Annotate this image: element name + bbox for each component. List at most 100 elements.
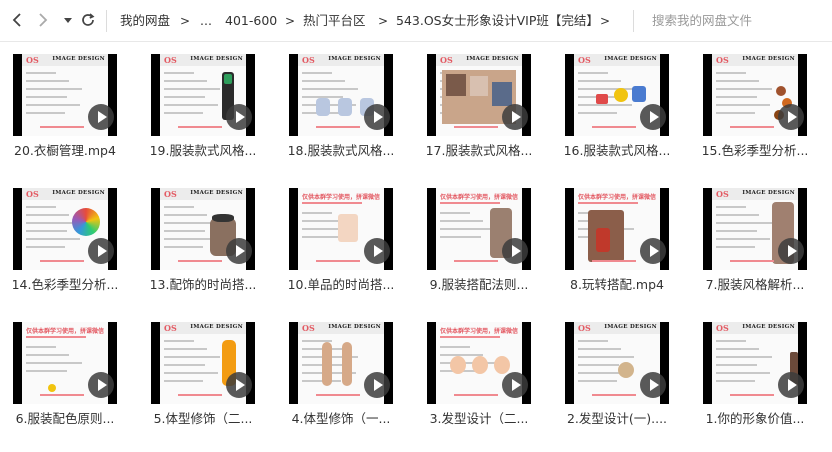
- play-icon[interactable]: [640, 104, 666, 130]
- slide-text-line: [578, 340, 608, 342]
- breadcrumb-401-600[interactable]: 401-600: [225, 13, 277, 29]
- video-file-item[interactable]: OS IMAGE DESIGN 15.色彩季型分析...: [690, 42, 820, 162]
- file-name[interactable]: 16.服装款式风格...: [552, 143, 682, 159]
- file-name[interactable]: 10.单品的时尚搭...: [276, 277, 406, 293]
- history-dropdown[interactable]: [57, 9, 79, 31]
- breadcrumb-current-folder[interactable]: 543.OS女士形象设计VIP班【完结】: [396, 13, 599, 29]
- os-logo: OS: [578, 55, 591, 65]
- video-thumbnail[interactable]: OS IMAGE DESIGN: [427, 54, 531, 136]
- slide-text-line: [164, 364, 205, 366]
- slide-text-line: [164, 96, 205, 98]
- video-thumbnail[interactable]: OS IMAGE DESIGN: [151, 54, 255, 136]
- video-file-item[interactable]: OS IMAGE DESIGN 19.服装款式风格...: [138, 42, 268, 162]
- file-name[interactable]: 8.玩转搭配.mp4: [552, 277, 682, 293]
- play-icon[interactable]: [640, 372, 666, 398]
- video-file-item[interactable]: 仅供本群学习使用，拼课微信 3.发型设计（二...: [414, 310, 544, 430]
- file-name[interactable]: 19.服装款式风格...: [138, 143, 268, 159]
- file-name[interactable]: 18.服装款式风格...: [276, 143, 406, 159]
- slide-text-line: [302, 236, 343, 238]
- video-thumbnail[interactable]: OS IMAGE DESIGN: [703, 54, 807, 136]
- forward-button[interactable]: [32, 9, 54, 31]
- back-button[interactable]: [6, 9, 28, 31]
- slide-text-line: [578, 380, 617, 382]
- file-name[interactable]: 1.你的形象价值...: [690, 411, 820, 427]
- breadcrumb-root[interactable]: 我的网盘: [120, 13, 170, 29]
- video-file-item[interactable]: OS IMAGE DESIGN 4.体型修饰（一...: [276, 310, 406, 430]
- video-file-item[interactable]: 仅供本群学习使用，拼课微信 9.服装搭配法则...: [414, 176, 544, 296]
- play-icon[interactable]: [502, 238, 528, 264]
- file-name[interactable]: 3.发型设计（二...: [414, 411, 544, 427]
- file-name[interactable]: 5.体型修饰（二...: [138, 411, 268, 427]
- video-thumbnail[interactable]: OS IMAGE DESIGN: [703, 188, 807, 270]
- video-thumbnail[interactable]: OS IMAGE DESIGN: [565, 54, 669, 136]
- play-icon[interactable]: [364, 104, 390, 130]
- breadcrumb-ellipsis[interactable]: ...: [200, 13, 212, 29]
- slide-text-line: [716, 238, 770, 240]
- video-file-item[interactable]: OS IMAGE DESIGN 5.体型修饰（二...: [138, 310, 268, 430]
- video-file-item[interactable]: OS IMAGE DESIGN 7.服装风格解析...: [690, 176, 820, 296]
- video-file-item[interactable]: 仅供本群学习使用，拼课微信 8.玩转搭配.mp4: [552, 176, 682, 296]
- os-logo: OS: [164, 55, 177, 65]
- play-icon[interactable]: [364, 372, 390, 398]
- play-icon[interactable]: [778, 104, 804, 130]
- play-icon[interactable]: [502, 372, 528, 398]
- video-file-item[interactable]: OS IMAGE DESIGN 13.配饰的时尚搭...: [138, 176, 268, 296]
- play-icon[interactable]: [364, 238, 390, 264]
- video-file-item[interactable]: OS IMAGE DESIGN 2.发型设计(一)....: [552, 310, 682, 430]
- play-icon[interactable]: [778, 238, 804, 264]
- play-icon[interactable]: [88, 238, 114, 264]
- video-thumbnail[interactable]: 仅供本群学习使用，拼课微信: [427, 188, 531, 270]
- os-logo: OS: [578, 323, 591, 333]
- play-icon[interactable]: [640, 238, 666, 264]
- file-name[interactable]: 20.衣橱管理.mp4: [0, 143, 130, 159]
- video-thumbnail[interactable]: OS IMAGE DESIGN: [13, 188, 117, 270]
- video-thumbnail[interactable]: 仅供本群学习使用，拼课微信: [13, 322, 117, 404]
- refresh-button[interactable]: [77, 9, 99, 31]
- play-icon[interactable]: [88, 104, 114, 130]
- search-input[interactable]: 搜索我的网盘文件: [652, 13, 752, 29]
- play-icon[interactable]: [778, 372, 804, 398]
- video-file-item[interactable]: OS IMAGE DESIGN 20.衣橱管理.mp4: [0, 42, 130, 162]
- video-thumbnail[interactable]: OS IMAGE DESIGN: [565, 322, 669, 404]
- video-thumbnail[interactable]: 仅供本群学习使用，拼课微信: [427, 322, 531, 404]
- file-name[interactable]: 7.服装风格解析...: [690, 277, 820, 293]
- video-thumbnail[interactable]: OS IMAGE DESIGN: [13, 54, 117, 136]
- video-file-item[interactable]: OS IMAGE DESIGN 1.你的形象价值...: [690, 310, 820, 430]
- video-thumbnail[interactable]: 仅供本群学习使用，拼课微信: [565, 188, 669, 270]
- file-name[interactable]: 9.服装搭配法则...: [414, 277, 544, 293]
- slide-header-text: IMAGE DESIGN: [52, 190, 105, 196]
- breadcrumb-hot-platform[interactable]: 热门平台区: [303, 13, 366, 29]
- video-file-item[interactable]: OS IMAGE DESIGN 16.服装款式风格...: [552, 42, 682, 162]
- video-file-item[interactable]: 仅供本群学习使用，拼课微信 6.服装配色原则...: [0, 310, 130, 430]
- file-name[interactable]: 14.色彩季型分析...: [0, 277, 130, 293]
- file-name[interactable]: 2.发型设计(一)....: [552, 411, 682, 427]
- slide-text-line: [26, 80, 69, 82]
- play-icon[interactable]: [226, 104, 252, 130]
- video-file-item[interactable]: 仅供本群学习使用，拼课微信 10.单品的时尚搭...: [276, 176, 406, 296]
- play-icon[interactable]: [502, 104, 528, 130]
- video-thumbnail[interactable]: OS IMAGE DESIGN: [289, 54, 393, 136]
- file-name[interactable]: 13.配饰的时尚搭...: [138, 277, 268, 293]
- video-thumbnail[interactable]: OS IMAGE DESIGN: [151, 322, 255, 404]
- play-icon[interactable]: [226, 238, 252, 264]
- os-logo: OS: [164, 189, 177, 199]
- video-thumbnail[interactable]: OS IMAGE DESIGN: [703, 322, 807, 404]
- video-thumbnail[interactable]: OS IMAGE DESIGN: [151, 188, 255, 270]
- play-icon[interactable]: [226, 372, 252, 398]
- slide-text-line: [716, 348, 759, 350]
- file-name[interactable]: 6.服装配色原则...: [0, 411, 130, 427]
- video-file-item[interactable]: OS IMAGE DESIGN 18.服装款式风格...: [276, 42, 406, 162]
- slide-image: [322, 342, 332, 386]
- file-name[interactable]: 15.色彩季型分析...: [690, 143, 820, 159]
- video-file-item[interactable]: OS IMAGE DESIGN 17.服装款式风格...: [414, 42, 544, 162]
- play-icon[interactable]: [88, 372, 114, 398]
- file-name[interactable]: 17.服装款式风格...: [414, 143, 544, 159]
- os-logo: OS: [26, 189, 39, 199]
- slide-text-line: [164, 104, 218, 106]
- video-file-item[interactable]: OS IMAGE DESIGN 14.色彩季型分析...: [0, 176, 130, 296]
- file-name[interactable]: 4.体型修饰（一...: [276, 411, 406, 427]
- slide-footer-line: [730, 394, 774, 396]
- slide-text-line: [164, 214, 207, 216]
- video-thumbnail[interactable]: OS IMAGE DESIGN: [289, 322, 393, 404]
- video-thumbnail[interactable]: 仅供本群学习使用，拼课微信: [289, 188, 393, 270]
